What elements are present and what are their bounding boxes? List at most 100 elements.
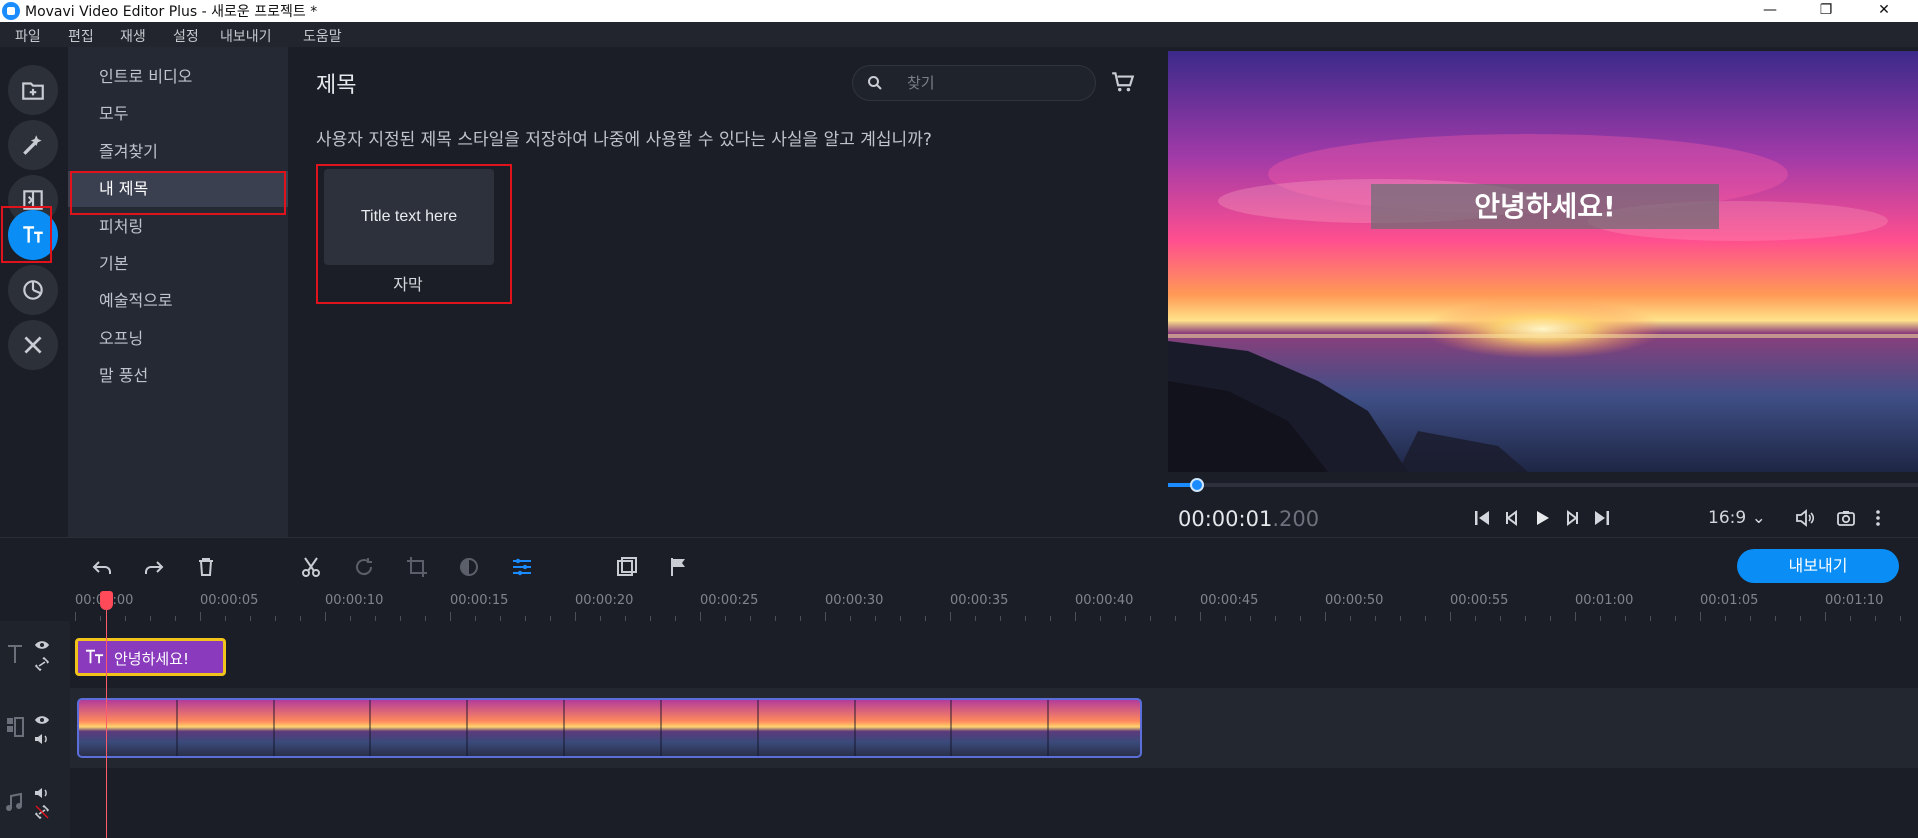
- overlay-button[interactable]: [613, 553, 641, 581]
- ruler-tick: [375, 616, 376, 621]
- previous-frame-button[interactable]: [1498, 504, 1526, 532]
- magic-wand-icon: [23, 135, 42, 155]
- visibility-icon[interactable]: [34, 637, 50, 653]
- menu-file[interactable]: 파일: [15, 26, 41, 46]
- ruler-tick: [1100, 616, 1101, 621]
- title-overlay-box[interactable]: 안녕하세요!: [1371, 184, 1719, 229]
- ruler-tick: [1525, 616, 1526, 621]
- category-favorites[interactable]: 즐겨찾기: [68, 134, 288, 170]
- title-clip[interactable]: 안녕하세요!: [75, 638, 226, 676]
- ruler-tick: [1075, 612, 1076, 621]
- ruler-label: 00:00:20: [575, 593, 634, 608]
- aspect-ratio-select[interactable]: 16:9 ⌄: [1708, 508, 1766, 528]
- cart-icon[interactable]: [1110, 69, 1136, 95]
- delete-button[interactable]: [192, 553, 220, 581]
- menu-help[interactable]: 도움말: [303, 26, 342, 46]
- ruler-label: 00:01:10: [1825, 593, 1884, 608]
- video-clip[interactable]: [77, 698, 1142, 758]
- marker-button[interactable]: [665, 553, 693, 581]
- next-frame-button[interactable]: [1558, 504, 1586, 532]
- menu-edit[interactable]: 편집: [68, 26, 94, 46]
- video-mute-icon[interactable]: [34, 731, 50, 747]
- video-track-icon: [7, 717, 24, 737]
- undo-button[interactable]: [88, 553, 116, 581]
- redo-button[interactable]: [140, 553, 168, 581]
- link-icon[interactable]: [34, 656, 50, 672]
- category-intro-video[interactable]: 인트로 비디오: [68, 59, 288, 95]
- audio-link-icon[interactable]: [34, 804, 50, 820]
- rotate-button[interactable]: [350, 553, 378, 581]
- menu-settings[interactable]: 설정: [173, 26, 199, 46]
- seek-handle[interactable]: [1190, 478, 1204, 492]
- stickers-button[interactable]: [8, 265, 58, 315]
- more-tools-button[interactable]: [8, 320, 58, 370]
- ruler-tick: [950, 612, 951, 621]
- video-preview[interactable]: 안녕하세요!: [1168, 51, 1918, 472]
- category-basic[interactable]: 기본: [68, 246, 288, 282]
- ruler-label: 00:00:55: [1450, 593, 1509, 608]
- more-options-button[interactable]: [1864, 504, 1892, 532]
- clip-properties-button[interactable]: [508, 553, 536, 581]
- audio-volume-icon[interactable]: [34, 785, 50, 801]
- ruler-tick: [250, 616, 251, 621]
- ruler-tick: [1575, 612, 1576, 621]
- ruler-tick: [225, 616, 226, 621]
- search-box[interactable]: [852, 65, 1096, 101]
- title-track: [70, 622, 1918, 687]
- overlay-icon: [617, 557, 637, 576]
- ruler-tick: [1700, 612, 1701, 621]
- marker-icon: [671, 558, 685, 576]
- import-button[interactable]: [8, 65, 58, 115]
- search-input[interactable]: [905, 72, 1085, 94]
- play-button[interactable]: [1528, 504, 1556, 532]
- ruler-tick: [75, 612, 76, 621]
- ruler-tick: [1625, 616, 1626, 621]
- crop-button[interactable]: [403, 553, 431, 581]
- ruler-tick: [475, 616, 476, 621]
- category-speech-bubbles[interactable]: 말 풍선: [68, 358, 288, 394]
- ruler-tick: [1050, 616, 1051, 621]
- ruler-tick: [125, 616, 126, 621]
- seek-bar[interactable]: [1168, 483, 1918, 487]
- ruler-tick: [1825, 612, 1826, 621]
- close-button[interactable]: ✕: [1856, 0, 1912, 22]
- clip-frame-divider: [273, 700, 275, 756]
- page-title: 제목: [316, 73, 357, 98]
- ruler-tick: [1350, 616, 1351, 621]
- ruler-tick: [750, 616, 751, 621]
- ruler-tick: [625, 616, 626, 621]
- ruler-tick: [1775, 616, 1776, 621]
- sunset-frame: [1168, 51, 1918, 472]
- filters-button[interactable]: [8, 120, 58, 170]
- minimize-button[interactable]: —: [1742, 0, 1798, 22]
- ruler-tick: [975, 616, 976, 621]
- preview-panel: 안녕하세요! 00:00:01.200 16:9 ⌄: [1168, 47, 1918, 537]
- volume-button[interactable]: [1791, 504, 1819, 532]
- category-all[interactable]: 모두: [68, 96, 288, 132]
- timecode: 00:00:01.200: [1178, 507, 1319, 531]
- playhead-handle[interactable]: [100, 591, 113, 610]
- title-overlay-text: 안녕하세요!: [1474, 190, 1616, 223]
- ruler-label: 00:01:00: [1575, 593, 1634, 608]
- snapshot-button[interactable]: [1832, 504, 1860, 532]
- playhead-line: [106, 600, 107, 838]
- export-button[interactable]: 내보내기: [1737, 549, 1899, 583]
- category-artistic[interactable]: 예술적으로: [68, 283, 288, 319]
- category-opening[interactable]: 오프닝: [68, 321, 288, 357]
- ruler-tick: [1600, 616, 1601, 621]
- menu-playback[interactable]: 재생: [120, 26, 146, 46]
- cut-button[interactable]: [297, 553, 325, 581]
- rotate-icon: [356, 558, 373, 576]
- video-visibility-icon[interactable]: [34, 712, 50, 728]
- maximize-button[interactable]: ❐: [1798, 0, 1854, 22]
- skip-to-end-button[interactable]: [1588, 504, 1616, 532]
- ruler-tick: [1500, 616, 1501, 621]
- camera-icon: [1837, 511, 1855, 526]
- color-adjust-button[interactable]: [455, 553, 483, 581]
- ruler-label: 00:00:50: [1325, 593, 1384, 608]
- menu-export[interactable]: 내보내기: [220, 26, 272, 46]
- ruler-tick: [450, 612, 451, 621]
- skip-to-start-button[interactable]: [1468, 504, 1496, 532]
- ruler-tick: [1300, 616, 1301, 621]
- timeline-ruler[interactable]: 00:00:0000:00:0500:00:1000:00:1500:00:20…: [0, 593, 1918, 621]
